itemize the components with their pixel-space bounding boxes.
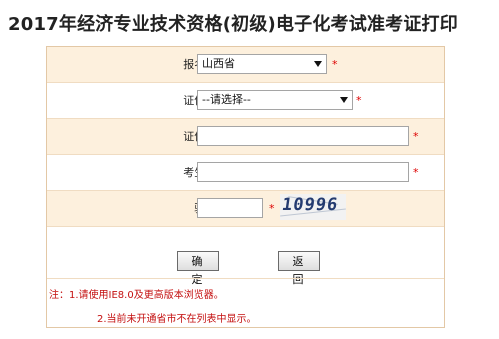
id-type-select-value: --请选择-- [202,93,251,106]
chevron-down-icon [314,61,322,67]
id-type-row: 证件类型: --请选择-- * [47,83,444,118]
page-title: 2017年经济专业技术资格(初级)电子化考试准考证打印 [8,14,458,35]
captcha-input[interactable] [197,198,263,218]
back-button[interactable]: 返 回 [278,251,320,286]
id-type-required-mark: * [356,94,362,107]
notes-divider [47,278,444,279]
chevron-down-icon [340,97,348,103]
id-number-row: 证件号码: * [47,119,444,154]
id-number-input[interactable] [197,126,409,146]
captcha-image[interactable]: 10996 [280,194,346,220]
browser-note: 注：1.请使用IE8.0及更高版本浏览器。 [49,290,224,301]
captcha-required-mark: * [269,202,275,215]
id-number-required-mark: * [413,130,419,143]
captcha-text: 10996 [280,195,340,215]
city-select-value: 山西省 [202,57,235,70]
name-required-mark: * [413,166,419,179]
row-divider [47,226,444,227]
id-type-select[interactable]: --请选择-- [197,90,353,110]
captcha-row: 验证码: * 10996 [47,191,444,226]
name-row: 考生姓名: * [47,155,444,190]
admission-ticket-form: 报名省市: 山西省 * 证件类型: --请选择-- * 证件号码: * 考生姓名… [46,46,445,328]
city-row: 报名省市: 山西省 * [47,47,444,82]
confirm-button[interactable]: 确 定 [177,251,219,286]
province-note: 2.当前未开通省市不在列表中显示。 [97,314,257,325]
name-input[interactable] [197,162,409,182]
city-required-mark: * [332,58,338,71]
city-select[interactable]: 山西省 [197,54,327,74]
